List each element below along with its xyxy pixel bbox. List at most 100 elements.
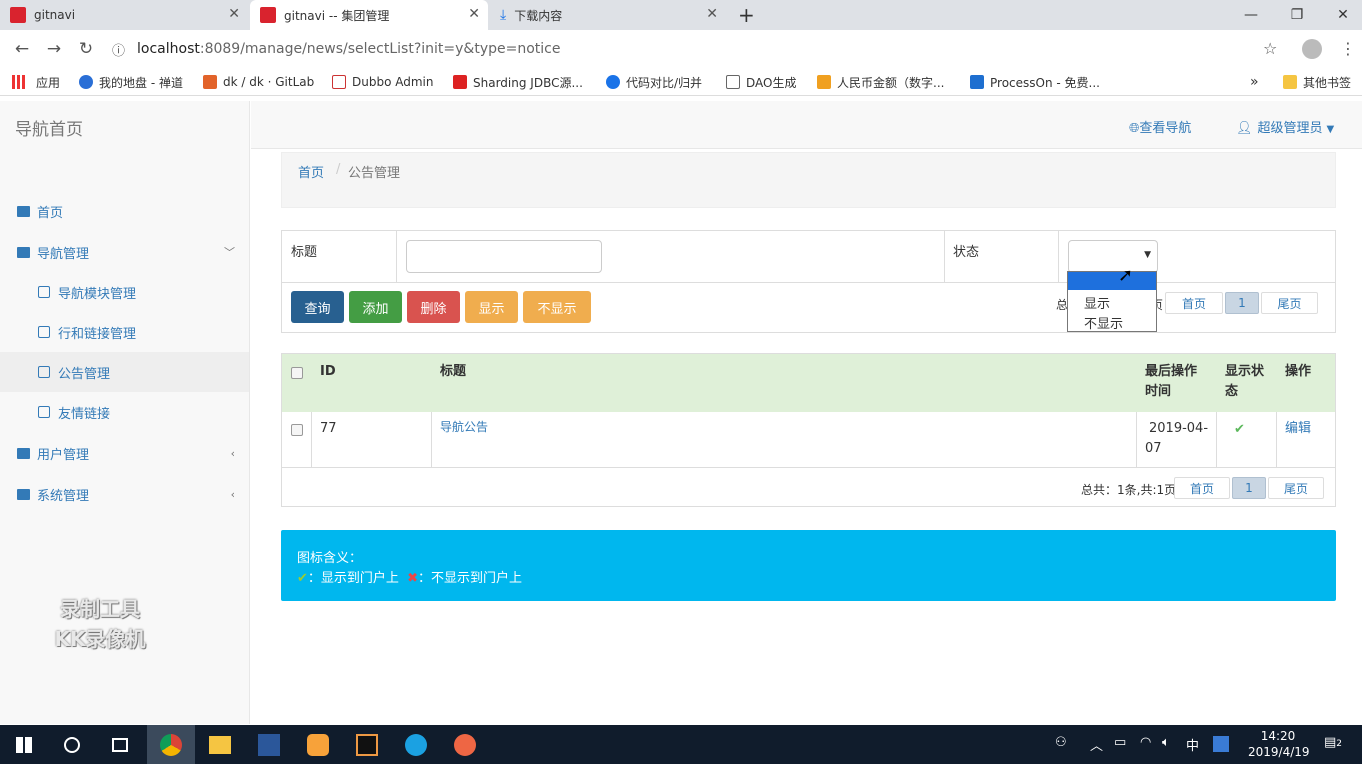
sidebar-item-notice-manage[interactable]: 公告管理 bbox=[0, 352, 249, 392]
forward-icon[interactable]: → bbox=[43, 38, 65, 60]
header-status: 显示状态 bbox=[1225, 362, 1264, 402]
chevron-up-icon[interactable]: ︿ bbox=[1090, 735, 1103, 754]
intellij-app-icon[interactable] bbox=[343, 725, 391, 764]
sidebar-item-user-manage[interactable]: 用户管理 ‹ bbox=[0, 433, 249, 473]
tab-gitnavi[interactable]: gitnavi ✕ bbox=[0, 0, 248, 30]
brand-title[interactable]: 导航首页 bbox=[15, 115, 83, 140]
bookmark-zentao[interactable]: 我的地盘 - 禅道 bbox=[79, 73, 183, 91]
sidebar-item-friend-links[interactable]: 友情链接 bbox=[0, 392, 249, 432]
reload-icon[interactable]: ↻ bbox=[75, 38, 97, 60]
ie-browser-icon[interactable] bbox=[392, 725, 440, 764]
breadcrumb: 首页 / 公告管理 bbox=[281, 152, 1336, 208]
breadcrumb-home[interactable]: 首页 bbox=[298, 162, 324, 181]
legend-ok-text: ：显示到门户上 bbox=[307, 571, 399, 586]
edit-link[interactable]: 编辑 bbox=[1285, 419, 1311, 439]
tab-downloads[interactable]: ⤓ 下载内容 ✕ bbox=[490, 0, 726, 30]
sidebar-item-system-manage[interactable]: 系统管理 ‹ bbox=[0, 474, 249, 514]
tab-group-manage[interactable]: gitnavi -- 集团管理 ✕ bbox=[250, 0, 488, 30]
url-field[interactable]: ⓘ localhost:8089/manage/news/selectList?… bbox=[112, 34, 1292, 64]
legend-no-text: ：不显示到门户上 bbox=[417, 571, 522, 586]
header-last-time-line: 时间 bbox=[1145, 384, 1172, 399]
show-button[interactable]: 显示 bbox=[465, 291, 518, 323]
watermark-line: KK录像机 bbox=[54, 627, 146, 651]
new-tab-icon[interactable]: + bbox=[738, 3, 755, 27]
globe-icon: 🌐︎ bbox=[1129, 121, 1140, 136]
menu-dots-icon[interactable]: ⋮ bbox=[1340, 39, 1356, 58]
bookmark-gitlab[interactable]: dk / dk · GitLab bbox=[203, 73, 314, 91]
bookmark-rmb[interactable]: 人民币金额（数字... bbox=[817, 73, 944, 91]
bookmark-dao[interactable]: DAO生成 bbox=[726, 73, 796, 91]
bookmark-more[interactable]: » bbox=[1250, 73, 1259, 91]
bookmark-other[interactable]: 其他书签 bbox=[1283, 73, 1351, 91]
bookmark-processon[interactable]: ProcessOn - 免费... bbox=[970, 73, 1100, 91]
chevron-down-icon: ﹀ bbox=[224, 246, 235, 259]
volume-icon[interactable]: 🔈︎ bbox=[1162, 735, 1170, 750]
recorder-app-icon[interactable] bbox=[441, 725, 489, 764]
dropdown-option-show[interactable]: 显示 bbox=[1084, 293, 1110, 312]
bookmark-apps[interactable]: 应用 bbox=[12, 73, 60, 91]
word-app-icon[interactable] bbox=[245, 725, 293, 764]
row-checkbox[interactable] bbox=[291, 424, 303, 436]
pager-page-button[interactable]: 1 bbox=[1225, 292, 1259, 314]
hide-button[interactable]: 不显示 bbox=[523, 291, 591, 323]
user-menu[interactable]: 👤︎ 超级管理员 ▼ bbox=[1236, 117, 1334, 136]
select-all-checkbox[interactable] bbox=[291, 367, 303, 379]
close-tab-icon[interactable]: ✕ bbox=[706, 6, 718, 22]
row-date-line: 2019-04- bbox=[1149, 421, 1209, 436]
filter-panel: 标题 状态 ▼ 查询 添加 删除 显示 不显示 总 页 首页 1 尾页 bbox=[281, 230, 1336, 333]
edit-icon bbox=[38, 366, 50, 378]
clock[interactable]: 14:20 2019/4/19 bbox=[1248, 728, 1310, 760]
sidebar-item-home[interactable]: 首页 bbox=[0, 191, 249, 231]
notification-icon[interactable]: ▤2 bbox=[1324, 735, 1342, 750]
bookmark-diff[interactable]: 代码对比/归并 bbox=[606, 73, 702, 91]
search-circle-icon[interactable] bbox=[48, 725, 96, 764]
dropdown-option-empty[interactable] bbox=[1068, 272, 1156, 290]
app-orange-icon[interactable] bbox=[294, 725, 342, 764]
profile-avatar-icon[interactable] bbox=[1302, 39, 1322, 59]
bookmark-dubbo[interactable]: Dubbo Admin bbox=[332, 73, 433, 91]
tray-app-icon[interactable] bbox=[1213, 736, 1229, 752]
close-tab-icon[interactable]: ✕ bbox=[228, 6, 240, 22]
title-input[interactable] bbox=[406, 240, 602, 273]
dubbo-icon bbox=[332, 75, 346, 89]
query-button[interactable]: 查询 bbox=[291, 291, 344, 323]
ime-indicator[interactable]: 中 bbox=[1186, 735, 1199, 754]
header-last-time-line: 最后操作 bbox=[1145, 364, 1198, 379]
delete-button[interactable]: 删除 bbox=[407, 291, 460, 323]
sidebar-item-label: 导航管理 bbox=[37, 246, 90, 262]
close-window-icon[interactable]: ✕ bbox=[1320, 0, 1362, 30]
restore-icon[interactable]: ❐ bbox=[1274, 0, 1320, 30]
pager-page-button[interactable]: 1 bbox=[1232, 477, 1266, 499]
minimize-icon[interactable]: — bbox=[1228, 0, 1274, 30]
battery-icon[interactable]: ▭ bbox=[1114, 735, 1126, 750]
view-nav-link[interactable]: 🌐︎查看导航 bbox=[1129, 117, 1191, 136]
sidebar-item-nav-manage[interactable]: 导航管理 ﹀ bbox=[0, 232, 249, 272]
sidebar-item-row-link-manage[interactable]: 行和链接管理 bbox=[0, 312, 249, 352]
header-status-line: 显示状 bbox=[1225, 364, 1265, 379]
sidebar-item-module-manage[interactable]: 导航模块管理 bbox=[0, 272, 249, 312]
globe-icon bbox=[79, 75, 93, 89]
row-title-link[interactable]: 导航公告 bbox=[440, 417, 488, 437]
person-tray-icon[interactable]: ⚇ bbox=[1055, 735, 1067, 750]
download-icon: ⤓ bbox=[500, 7, 507, 23]
pager-last-button[interactable]: 尾页 bbox=[1268, 477, 1324, 499]
bookmark-label: Dubbo Admin bbox=[352, 75, 434, 89]
chrome-app-icon[interactable] bbox=[147, 725, 195, 764]
start-windows-icon[interactable] bbox=[0, 725, 48, 764]
close-tab-icon[interactable]: ✕ bbox=[468, 6, 480, 22]
task-view-icon[interactable] bbox=[96, 725, 144, 764]
wifi-icon[interactable]: ◠ bbox=[1140, 735, 1151, 750]
checkmark-icon: ✔ bbox=[297, 571, 308, 586]
status-select[interactable]: ▼ bbox=[1068, 240, 1158, 273]
row-date-line: 07 bbox=[1145, 441, 1162, 456]
pager-first-button[interactable]: 首页 bbox=[1174, 477, 1230, 499]
bookmark-sharding[interactable]: Sharding JDBC源... bbox=[453, 73, 583, 91]
pager-last-button[interactable]: 尾页 bbox=[1261, 292, 1318, 314]
back-icon[interactable]: ← bbox=[11, 38, 33, 60]
pager-first-button[interactable]: 首页 bbox=[1165, 292, 1223, 314]
bookmark-label: 应用 bbox=[36, 75, 61, 90]
add-button[interactable]: 添加 bbox=[349, 291, 402, 323]
dropdown-option-hide[interactable]: 不显示 bbox=[1084, 313, 1123, 332]
file-explorer-icon[interactable] bbox=[196, 725, 244, 764]
bookmark-star-icon[interactable]: ☆ bbox=[1263, 39, 1277, 58]
